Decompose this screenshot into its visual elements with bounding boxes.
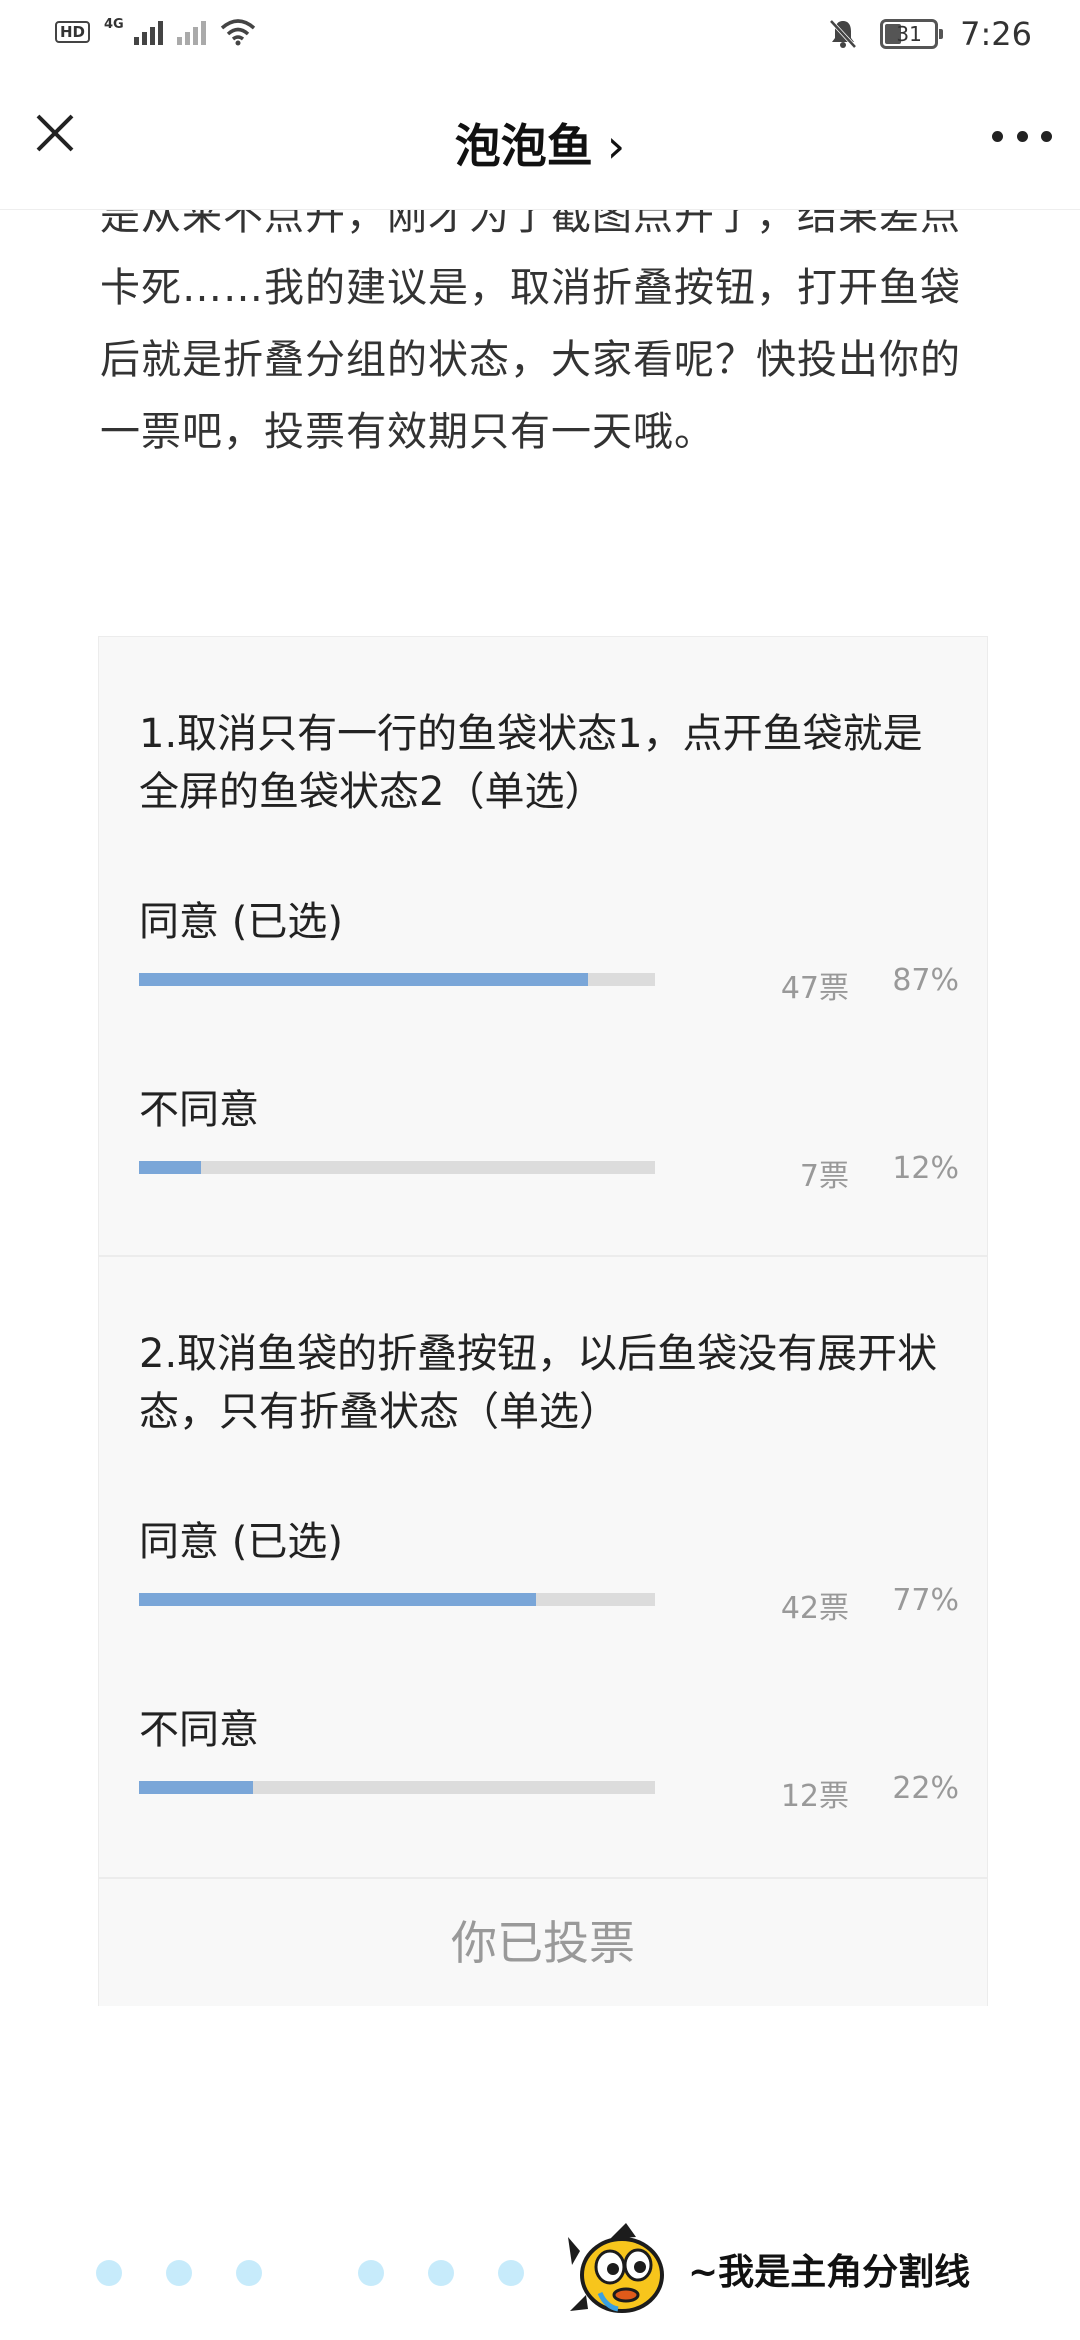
decorative-dots — [96, 2260, 568, 2286]
vote-percent: 22% — [892, 1771, 959, 1806]
vote-poll: 1.取消只有一行的鱼袋状态1，点开鱼袋就是全屏的鱼袋状态2（单选） 同意 (已选… — [98, 636, 988, 2006]
hd-badge: HD — [55, 21, 91, 43]
vote-percent: 77% — [892, 1583, 959, 1618]
result-bar-fill — [139, 1161, 201, 1174]
result-bar — [139, 1781, 655, 1794]
option-label: 不同意 — [139, 1707, 259, 1753]
result-bar-fill — [139, 1781, 253, 1794]
screen: HD 4G 31 7:26 泡泡鱼 › 是从来不点开，刚才为了截图点开了，结果差… — [0, 0, 1080, 2340]
result-bar — [139, 973, 655, 986]
result-bar-fill — [139, 973, 588, 986]
article-line: 一票吧，投票有效期只有一天哦。 — [100, 409, 715, 455]
article-line: 后就是折叠分组的状态，大家看呢？快投出你的 — [100, 337, 961, 383]
cell-signal-2-icon — [176, 19, 206, 45]
article-line: 卡死……我的建议是，取消折叠按钮，打开鱼袋 — [100, 265, 961, 311]
network-type-label: 4G — [104, 16, 124, 32]
question-title: 1.取消只有一行的鱼袋状态1，点开鱼袋就是全屏的鱼袋状态2（单选） — [139, 711, 923, 815]
poll-option: 不同意 7票 12% — [139, 1077, 959, 1197]
battery-icon: 31 — [880, 19, 944, 49]
poll-option: 不同意 12票 22% — [139, 1697, 959, 1817]
section-divider: ~我是主角分割线 — [96, 2215, 996, 2325]
option-label: 不同意 — [139, 1087, 259, 1133]
option-label: 同意 (已选) — [139, 1519, 343, 1565]
poll-question-2: 2.取消鱼袋的折叠按钮，以后鱼袋没有展开状态，只有折叠状态（单选） 同意 (已选… — [99, 1257, 987, 1879]
clock: 7:26 — [960, 15, 1032, 53]
vote-count: 12票 — [780, 1779, 849, 1814]
nav-bar: 泡泡鱼 › — [0, 70, 1080, 210]
more-options-icon[interactable] — [992, 126, 1052, 146]
vote-count: 47票 — [780, 971, 849, 1006]
result-bar — [139, 1593, 655, 1606]
page-title[interactable]: 泡泡鱼 › — [0, 110, 1080, 176]
article-body: 是从来不点开，刚才为了截图点开了，结果差点 卡死……我的建议是，取消折叠按钮，打… — [100, 180, 990, 468]
vote-percent: 12% — [892, 1151, 959, 1186]
poll-option: 同意 (已选) 47票 87% — [139, 889, 959, 1009]
result-bar — [139, 1161, 655, 1174]
battery-level: 31 — [896, 22, 922, 46]
result-bar-fill — [139, 1593, 537, 1606]
wifi-icon — [220, 19, 255, 46]
chevron-right-icon: › — [606, 119, 626, 173]
vote-percent: 87% — [892, 963, 959, 998]
status-bar: HD 4G 31 7:26 — [0, 0, 1080, 70]
vote-count: 7票 — [799, 1159, 849, 1194]
mute-bell-icon — [829, 19, 857, 49]
vote-count: 42票 — [780, 1591, 849, 1626]
poll-question-1: 1.取消只有一行的鱼袋状态1，点开鱼袋就是全屏的鱼袋状态2（单选） 同意 (已选… — [99, 637, 987, 1257]
divider-label: ~我是主角分割线 — [688, 2252, 971, 2293]
voted-status: 你已投票 — [451, 1916, 635, 1970]
option-label: 同意 (已选) — [139, 899, 343, 945]
cell-signal-icon — [133, 19, 163, 45]
page-title-text: 泡泡鱼 — [454, 119, 593, 173]
poll-option: 同意 (已选) 42票 77% — [139, 1509, 959, 1629]
fish-mascot-icon — [568, 2223, 664, 2313]
question-title: 2.取消鱼袋的折叠按钮，以后鱼袋没有展开状态，只有折叠状态（单选） — [139, 1331, 938, 1435]
